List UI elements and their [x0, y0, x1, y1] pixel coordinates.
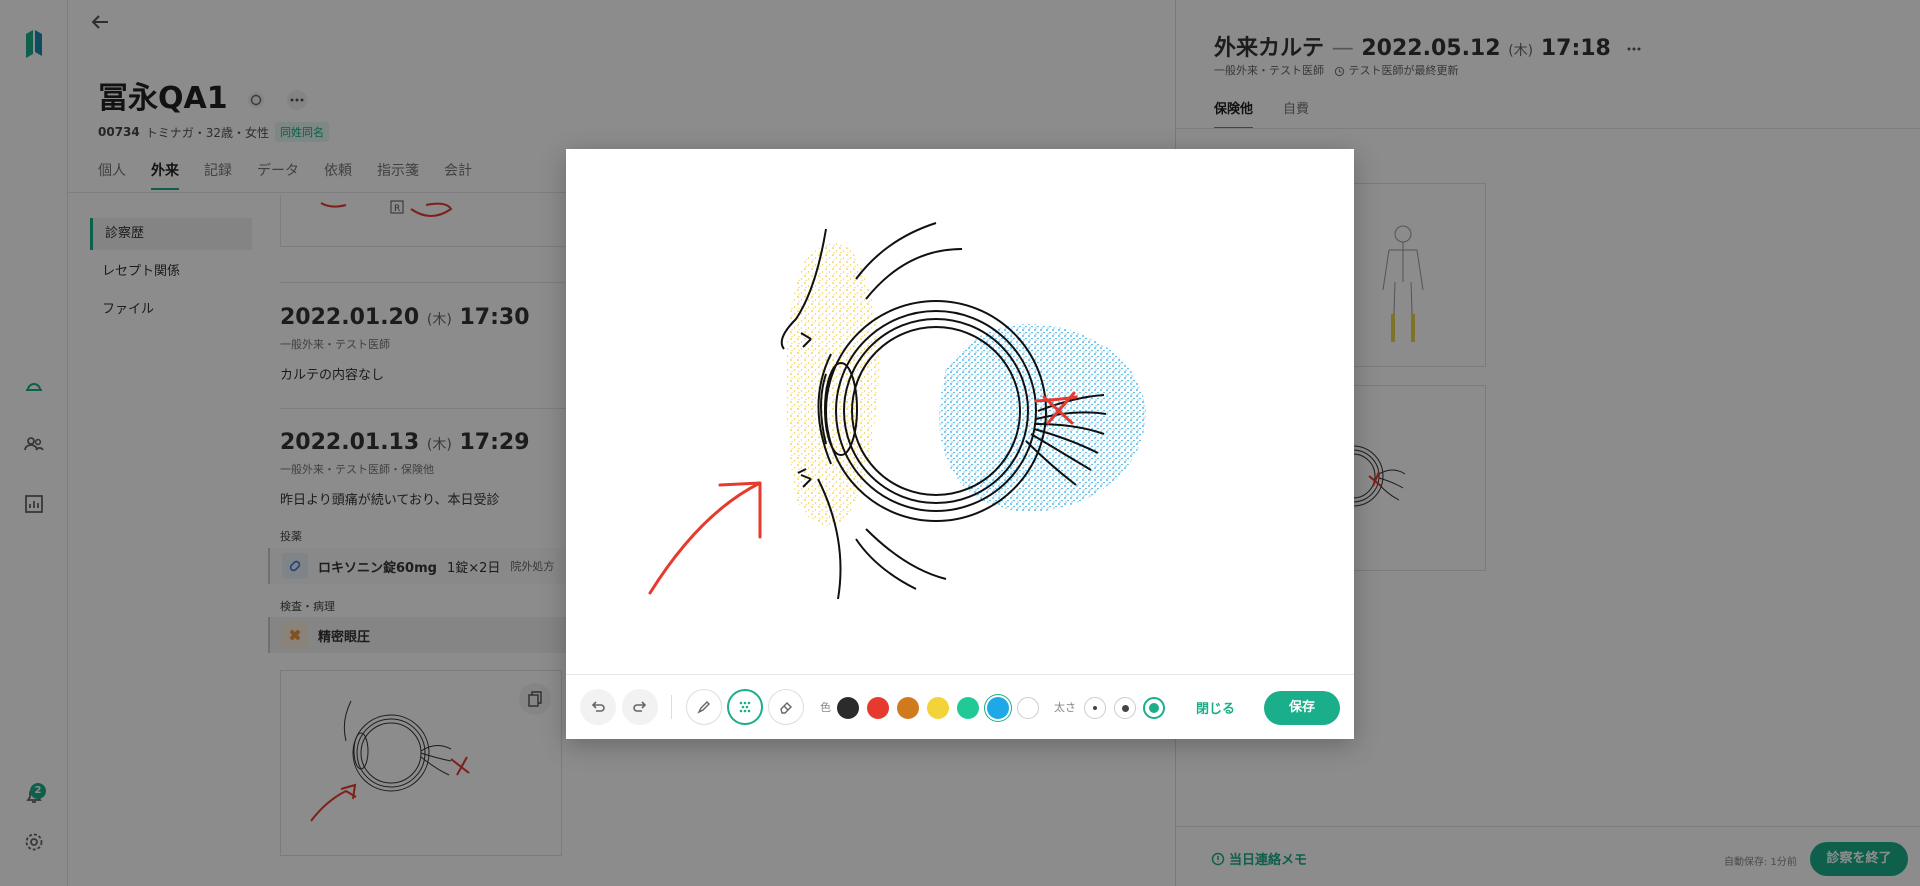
- eraser-icon: [780, 702, 792, 714]
- undo-icon: [591, 701, 605, 712]
- size-small-dot: [1093, 706, 1097, 710]
- spray-tool-button[interactable]: [727, 689, 763, 725]
- redo-icon: [633, 701, 647, 712]
- close-button[interactable]: 閉じる: [1196, 698, 1235, 717]
- color-swatch-white[interactable]: [1017, 697, 1039, 719]
- redo-button[interactable]: [622, 689, 658, 725]
- eraser-tool-button[interactable]: [768, 689, 804, 725]
- color-swatch-yellow[interactable]: [927, 697, 949, 719]
- pen-tool-button[interactable]: [686, 689, 722, 725]
- color-swatch-orange[interactable]: [897, 697, 919, 719]
- undo-button[interactable]: [580, 689, 616, 725]
- size-large-dot: [1149, 703, 1159, 713]
- size-medium-dot: [1121, 704, 1129, 712]
- color-swatch-blue[interactable]: [987, 697, 1009, 719]
- size-small-button[interactable]: [1084, 697, 1106, 719]
- color-swatch-red[interactable]: [867, 697, 889, 719]
- color-label: 色: [820, 701, 831, 714]
- yellow-spray-stroke: [786, 243, 880, 526]
- color-swatch-green[interactable]: [957, 697, 979, 719]
- toolbar-separator: [671, 695, 672, 719]
- pen-icon: [697, 701, 710, 714]
- drawing-modal: 色 太さ 閉じる 保存: [566, 149, 1354, 739]
- drawing-toolbar: 色 太さ 閉じる 保存: [566, 674, 1354, 739]
- spray-icon: [739, 701, 751, 713]
- save-button[interactable]: 保存: [1264, 691, 1340, 725]
- drawing-canvas[interactable]: [566, 149, 1354, 673]
- size-medium-button[interactable]: [1114, 697, 1136, 719]
- size-large-button[interactable]: [1143, 697, 1165, 719]
- color-swatch-black[interactable]: [837, 697, 859, 719]
- size-label: 太さ: [1054, 701, 1076, 714]
